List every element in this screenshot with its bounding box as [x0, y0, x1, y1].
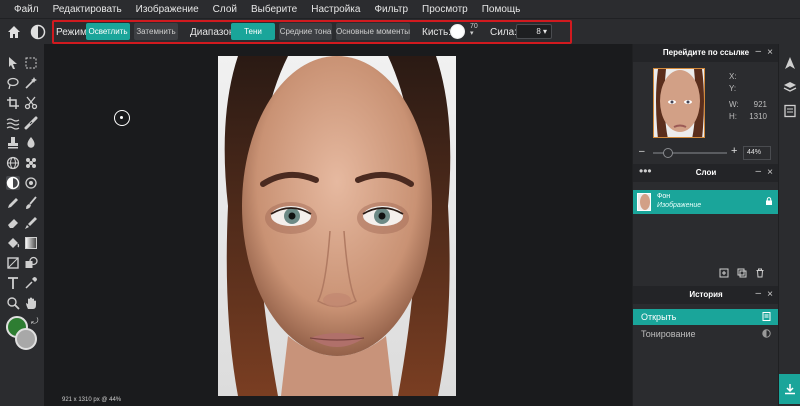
healing-icon[interactable]: [24, 116, 38, 130]
clone-stamp-icon[interactable]: [6, 136, 20, 150]
navigator-header: Перейдите по ссылке – ×: [633, 44, 779, 62]
range-shadows-button[interactable]: Тени: [231, 23, 275, 40]
sharpen-icon[interactable]: [24, 176, 38, 190]
crop-tool-icon[interactable]: [6, 96, 20, 110]
history-item-label: Открыть: [641, 312, 677, 322]
brush-label: Кисть:: [422, 27, 451, 38]
strength-select[interactable]: 8 ▾: [516, 24, 552, 39]
menu-adjust[interactable]: Настройка: [311, 4, 360, 15]
zoom-icon[interactable]: [6, 296, 20, 310]
nav-w-label: W:: [729, 100, 739, 109]
range-highlights-button[interactable]: Основные моменты: [336, 23, 410, 40]
menu-file[interactable]: Файл: [14, 4, 39, 15]
mode-label: Режим:: [56, 27, 90, 38]
home-icon[interactable]: [6, 24, 22, 40]
brush-icon[interactable]: [24, 196, 38, 210]
text-tool-icon[interactable]: [6, 276, 20, 290]
magic-wand-icon[interactable]: [24, 76, 38, 90]
history-item-open[interactable]: Открыть: [633, 309, 779, 325]
menu-view[interactable]: Просмотр: [422, 4, 468, 15]
history-icon[interactable]: [783, 104, 797, 118]
dodge-burn-icon: [762, 329, 771, 338]
history-item-label: Тонирование: [641, 329, 696, 339]
download-button[interactable]: [779, 374, 800, 404]
rectangle-shape-icon[interactable]: [6, 256, 20, 270]
navigator-thumbnail[interactable]: [653, 68, 705, 138]
color-replace-icon[interactable]: [24, 216, 38, 230]
strength-label: Сила:: [490, 27, 517, 38]
zoom-slider-handle[interactable]: [663, 148, 673, 158]
history-item-toning[interactable]: Тонирование: [633, 326, 779, 342]
range-midtones-button[interactable]: Средние тона: [279, 23, 332, 40]
duplicate-layer-icon[interactable]: [737, 268, 747, 278]
navigator-icon[interactable]: [783, 56, 797, 70]
menu-bar: Файл Редактировать Изображение Слой Выбе…: [0, 0, 800, 18]
layer-name: Фон: [657, 193, 671, 200]
pencil-icon[interactable]: [6, 196, 20, 210]
add-layer-icon[interactable]: [719, 268, 729, 278]
menu-image[interactable]: Изображение: [136, 4, 199, 15]
gradient-icon[interactable]: [24, 236, 38, 250]
minimize-icon[interactable]: –: [755, 166, 761, 177]
zoom-value-input[interactable]: 44%: [743, 146, 771, 160]
shapes-icon[interactable]: [24, 256, 38, 270]
lock-icon[interactable]: [765, 197, 773, 205]
eraser-icon[interactable]: [6, 216, 20, 230]
hand-icon[interactable]: [24, 296, 38, 310]
minimize-icon[interactable]: –: [755, 288, 761, 299]
status-bar: 921 x 1310 px @ 44%: [44, 396, 632, 406]
menu-select[interactable]: Выберите: [251, 4, 297, 15]
minimize-icon[interactable]: –: [755, 46, 761, 57]
nav-w-value: 921: [753, 100, 767, 109]
layers-header: ••• Слои – ×: [633, 164, 779, 182]
options-bar: Режим: Осветлить Затемнить Диапазон: Тен…: [0, 18, 800, 44]
blur-drop-icon[interactable]: [24, 136, 38, 150]
brush-cursor: [114, 110, 130, 126]
delete-layer-icon[interactable]: [755, 268, 765, 278]
layer-type: Изображение: [657, 202, 702, 209]
layer-thumbnail: [637, 193, 651, 211]
image-size-status: 921 x 1310 px @ 44%: [62, 397, 122, 403]
layers-icon[interactable]: [783, 80, 797, 94]
close-icon[interactable]: ×: [767, 47, 773, 58]
menu-filter[interactable]: Фильтр: [374, 4, 408, 15]
zoom-out-button[interactable]: –: [639, 146, 645, 157]
document-icon: [762, 312, 771, 321]
mode-darken-button[interactable]: Затемнить: [134, 23, 178, 40]
close-icon[interactable]: ×: [767, 167, 773, 178]
tool-bar: ⤾: [0, 44, 44, 406]
right-panels: Перейдите по ссылке – × X: Y: W: 921 H: …: [632, 44, 779, 406]
history-header: История – ×: [633, 286, 779, 304]
eyedropper-icon[interactable]: [24, 276, 38, 290]
menu-edit[interactable]: Редактировать: [53, 4, 122, 15]
nav-x-label: X:: [729, 72, 737, 81]
brush-preview[interactable]: [450, 24, 465, 39]
nav-h-label: H:: [729, 112, 737, 121]
swap-colors-icon[interactable]: ⤾: [31, 316, 39, 327]
menu-help[interactable]: Помощь: [482, 4, 521, 15]
background-color-swatch[interactable]: [15, 328, 37, 350]
zoom-in-button[interactable]: +: [731, 145, 737, 157]
menu-layer[interactable]: Слой: [213, 4, 237, 15]
globe-icon[interactable]: [6, 156, 20, 170]
lasso-tool-icon[interactable]: [6, 76, 20, 90]
paint-bucket-icon[interactable]: [6, 236, 20, 250]
sponge-icon[interactable]: [24, 156, 38, 170]
download-icon: [785, 384, 795, 395]
dodge-burn-icon: [30, 24, 46, 40]
nav-h-value: 1310: [749, 112, 767, 121]
nav-y-label: Y:: [729, 84, 737, 93]
right-icon-strip: [778, 44, 800, 406]
photo-canvas[interactable]: [218, 56, 456, 396]
canvas-area[interactable]: [44, 44, 632, 396]
scissors-icon[interactable]: [24, 96, 38, 110]
close-icon[interactable]: ×: [767, 289, 773, 300]
dodge-tool-icon[interactable]: [6, 176, 20, 190]
layer-item[interactable]: Фон Изображение: [633, 190, 779, 214]
liquify-icon[interactable]: [6, 116, 20, 130]
marquee-tool-icon[interactable]: [24, 56, 38, 70]
move-tool-icon[interactable]: [6, 56, 20, 70]
mode-lighten-button[interactable]: Осветлить: [86, 23, 130, 40]
brush-size-value[interactable]: 70 ▾: [470, 23, 478, 37]
